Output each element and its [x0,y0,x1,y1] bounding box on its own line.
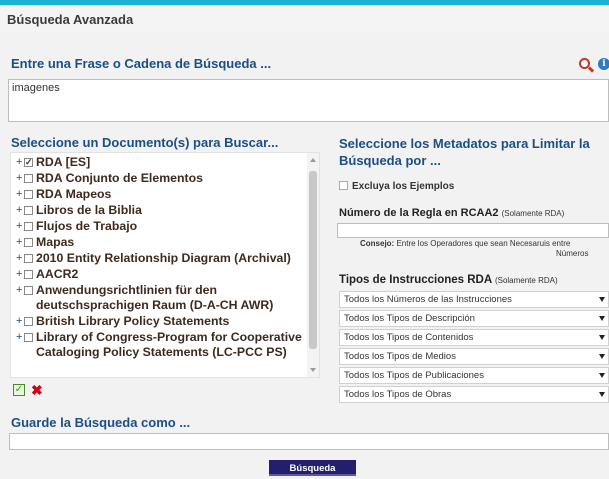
scroll-down-arrow-icon[interactable] [310,368,316,372]
document-tree: + RDA [ES] + RDA Conjunto de Elementos + RDA … [16,155,312,361]
instruction-types-title: Tipos de Instrucciones RDA (Solamente RD… [339,274,558,286]
instruction-types-note: (Solamente RDA) [494,276,558,285]
scroll-up-arrow-icon[interactable] [310,158,316,162]
expand-plus-icon[interactable]: + [16,314,22,329]
document-label: RDA Mapeos [36,187,112,201]
expand-plus-icon[interactable]: + [16,283,22,298]
document-item[interactable]: + RDA Mapeos [16,187,312,202]
phrase-input-value: imagenes [12,82,60,94]
document-item[interactable]: + RDA [ES] [16,155,312,170]
phrase-section-title: Entre una Frase o Cadena de Búsqueda ... [11,56,272,71]
document-item[interactable]: + Libros de la Biblia [16,203,312,218]
expand-plus-icon[interactable]: + [16,235,22,250]
expand-plus-icon[interactable]: + [16,330,22,345]
document-item[interactable]: + Flujos de Trabajo [16,219,312,234]
filter-select-value: Todos los Tipos de Contenidos [344,332,474,343]
document-list[interactable]: + RDA [ES] + RDA Conjunto de Elementos + RDA … [10,152,320,378]
document-checkbox[interactable] [24,286,33,295]
document-item[interactable]: + RDA Conjunto de Elementos [16,171,312,186]
filter-select-value: Todos los Tipos de Medios [344,351,456,362]
exclude-examples[interactable]: Excluya los Ejemplos [339,180,454,192]
documents-section-title: Seleccione un Documento(s) para Buscar..… [11,135,279,150]
header: Búsqueda Avanzada [0,5,609,32]
document-checkbox[interactable] [24,317,33,326]
save-search-title: Guarde la Búsqueda como ... [11,415,191,430]
dropdown-arrow-icon[interactable] [599,316,605,321]
document-label: AACR2 [36,267,79,281]
advanced-search-form: Entre una Frase o Cadena de Búsqueda ...… [0,32,609,479]
document-label: RDA Conjunto de Elementos [36,171,203,185]
document-checkbox[interactable] [24,333,33,342]
exclude-examples-label: Excluya los Ejemplos [352,181,455,192]
document-checkbox[interactable] [24,174,33,183]
document-checkbox[interactable] [24,270,33,279]
dropdown-arrow-icon[interactable] [599,373,605,378]
filter-select[interactable]: Todos los Tipos de Descripción [339,310,609,327]
scrollbar-thumb[interactable] [309,171,317,349]
hint-label: Consejo: [360,239,395,248]
document-checkbox[interactable] [24,238,33,247]
document-item[interactable]: + Mapas [16,235,312,250]
filter-select[interactable]: Todos los Tipos de Publicaciones [339,367,609,384]
info-icon[interactable]: i [598,58,609,70]
dropdown-arrow-icon[interactable] [599,392,605,397]
search-button[interactable]: Búsqueda [269,460,356,476]
filter-select-value: Todos los Tipos de Publicaciones [344,370,484,381]
dropdown-arrow-icon[interactable] [599,297,605,302]
document-item[interactable]: + AACR2 [16,267,312,282]
filter-select-value: Todos los Números de las Instrucciones [344,294,512,305]
rule-number-input[interactable] [337,223,609,238]
dropdown-arrow-icon[interactable] [599,335,605,340]
filter-select[interactable]: Todos los Tipos de Obras [339,386,609,403]
document-checkbox[interactable] [24,190,33,199]
document-item[interactable]: + Anwendungsrichtlinien für den deutschsp… [16,283,312,313]
expand-plus-icon[interactable]: + [16,155,22,170]
hint-text: Entre los Operadores que sean Necesaruis… [394,239,571,248]
rule-number-note: (Solamente RDA) [501,209,565,218]
expand-plus-icon[interactable]: + [16,171,22,186]
document-item[interactable]: +2010 Entity Relationship Diagram (Archi… [16,251,312,266]
document-item[interactable]: + British Library Policy Statements [16,314,312,329]
document-label: Mapas [36,235,75,249]
phrase-tools: i [579,56,609,74]
expand-plus-icon[interactable]: + [16,267,22,282]
document-label: Anwendungsrichtlinien für den deutschspr… [36,283,274,312]
document-label: Libros de la Biblia [36,203,142,217]
phrase-input[interactable]: imagenes [8,79,609,122]
filter-select-value: Todos los Tipos de Descripción [344,313,475,324]
rule-hint-continued: Números [556,249,589,258]
document-checkbox[interactable] [24,155,33,170]
rule-hint: Consejo: Entre los Operadores que sean N… [360,239,609,248]
page-title: Búsqueda Avanzada [7,12,134,27]
document-checkbox[interactable] [24,222,33,231]
rule-number-title: Número de la Regla en RCAA2 (Solamente R… [339,207,564,219]
expand-plus-icon[interactable]: + [16,251,22,266]
document-label: British Library Policy Statements [36,314,230,328]
delete-icon[interactable]: ✖ [31,382,43,399]
document-list-scrollbar[interactable] [307,153,319,377]
document-label: 2010 Entity Relationship Diagram (Archiv… [36,251,291,265]
document-checkbox[interactable] [24,206,33,215]
document-label: Flujos de Trabajo [36,219,138,233]
filter-select[interactable]: Todos los Tipos de Medios [339,348,609,365]
instruction-types-label: Tipos de Instrucciones RDA [339,274,492,286]
expand-plus-icon[interactable]: + [16,219,22,234]
check-all-icon[interactable]: ✓ [13,384,25,396]
document-label: Library of Congress-Program for Cooperat… [36,330,302,359]
filter-select[interactable]: Todos los Tipos de Contenidos [339,329,609,346]
metadata-section-title: Seleccione los Metadatos para Limitar la… [339,136,590,168]
filter-select[interactable]: Todos los Números de las Instrucciones [339,291,609,308]
dropdown-arrow-icon[interactable] [599,354,605,359]
document-item[interactable]: + Library of Congress-Program for Coopera… [16,330,312,360]
document-label: RDA [ES] [36,155,91,169]
expand-plus-icon[interactable]: + [16,203,22,218]
filter-select-value: Todos los Tipos de Obras [344,389,452,400]
rule-number-label: Número de la Regla en RCAA2 [339,207,499,219]
document-checkbox[interactable] [24,254,33,263]
expand-plus-icon[interactable]: + [16,187,22,202]
save-search-input[interactable] [9,433,609,450]
exclude-examples-checkbox[interactable] [339,181,348,190]
